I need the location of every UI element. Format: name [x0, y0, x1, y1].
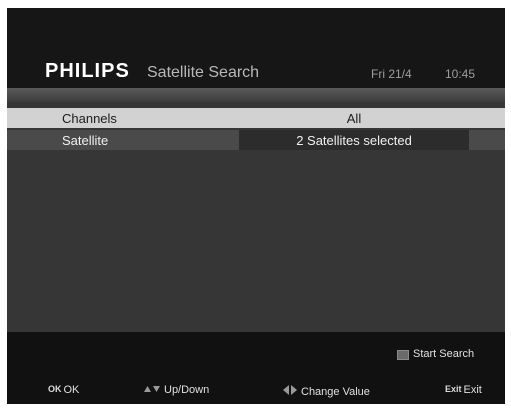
colour-key-icon [397, 350, 409, 360]
ok-label: OK [63, 384, 80, 396]
change-value-label: Change Value [301, 386, 370, 398]
start-search-label: Start Search [413, 348, 475, 360]
left-right-arrows-icon [283, 385, 297, 395]
help-change-value: Change Value [282, 384, 370, 398]
satellite-row-end [469, 130, 505, 150]
satellite-label: Satellite [62, 133, 109, 148]
header-divider [7, 88, 505, 102]
satellite-value-cell[interactable]: 2 Satellites selected [239, 130, 469, 150]
exit-label: Exit [463, 384, 482, 396]
exit-key-icon: Exit [445, 384, 462, 394]
page-title: Satellite Search [147, 64, 260, 81]
help-exit: Exit Exit [445, 384, 482, 398]
satellite-search-screen: PHILIPS Satellite Search Fri 21/4 10:45 … [7, 8, 505, 404]
footer-help-bar: Start Search OK OK Up/Down Change Value E… [7, 332, 505, 404]
date-display: Fri 21/4 [371, 67, 412, 81]
help-ok: OK OK [48, 384, 79, 398]
brand-logo: PHILIPS [45, 60, 130, 82]
up-down-label: Up/Down [164, 384, 210, 396]
header: PHILIPS Satellite Search Fri 21/4 10:45 [7, 8, 505, 88]
satellite-label-cell: Satellite [7, 130, 239, 150]
satellite-value: 2 Satellites selected [296, 133, 412, 148]
channels-label-cell: Channels [7, 108, 239, 128]
channels-row[interactable]: Channels All [7, 108, 505, 128]
ok-key-icon: OK [48, 384, 62, 394]
satellite-row[interactable]: Satellite 2 Satellites selected [7, 130, 505, 150]
up-down-arrows-icon [144, 386, 160, 392]
help-up-down: Up/Down [143, 384, 209, 398]
channels-value: All [346, 111, 362, 126]
channels-row-end [469, 108, 505, 128]
channels-value-cell[interactable]: All [239, 108, 469, 128]
channels-label: Channels [62, 111, 117, 126]
time-display: 10:45 [445, 67, 476, 81]
